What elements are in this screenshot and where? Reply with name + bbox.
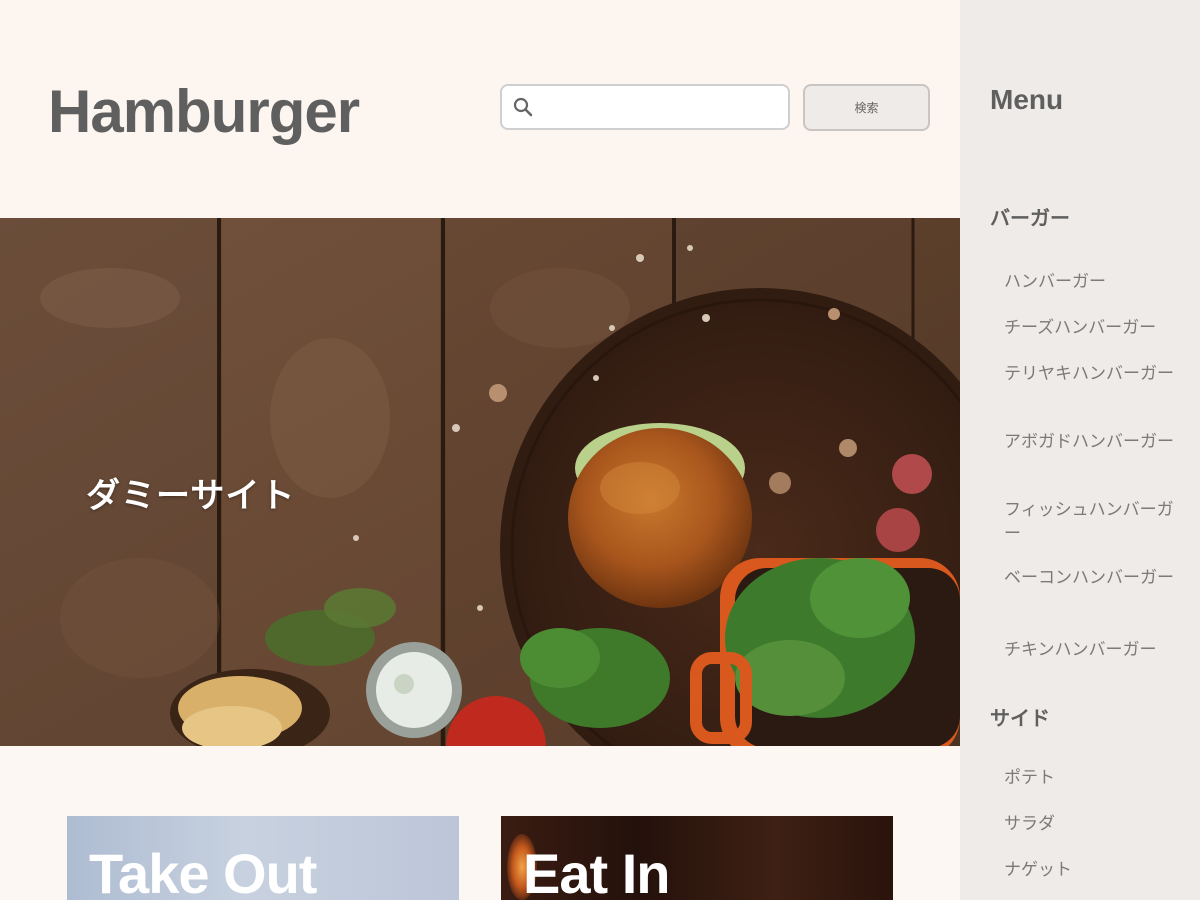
- hero-banner: ダミーサイト: [0, 218, 960, 746]
- sidebar-menu: Menu バーガー ハンバーガー チーズハンバーガー テリヤキハンバーガー アボ…: [960, 0, 1200, 900]
- search-input[interactable]: [542, 92, 782, 124]
- search-button[interactable]: 検索: [803, 84, 930, 131]
- sidebar-item-salad[interactable]: サラダ: [1004, 812, 1188, 836]
- sidebar-category-side: サイド: [990, 706, 1050, 730]
- search-icon: [513, 97, 533, 117]
- search-box[interactable]: [500, 84, 790, 130]
- sidebar-item-avocado-hamburger[interactable]: アボガドハンバーガー: [1004, 430, 1188, 454]
- site-title[interactable]: Hamburger: [48, 76, 360, 148]
- takeout-card[interactable]: Take Out: [67, 816, 459, 900]
- sidebar-item-nugget[interactable]: ナゲット: [1004, 858, 1188, 882]
- sidebar-item-cheese-hamburger[interactable]: チーズハンバーガー: [1004, 316, 1188, 340]
- sidebar-item-hamburger[interactable]: ハンバーガー: [1004, 270, 1188, 294]
- takeout-card-title: Take Out: [89, 842, 317, 900]
- site-header: Hamburger 検索: [0, 0, 960, 218]
- sidebar-item-fish-hamburger[interactable]: フィッシュハンバーガー: [1004, 498, 1188, 546]
- sidebar-item-bacon-hamburger[interactable]: ベーコンハンバーガー: [1004, 566, 1188, 590]
- sidebar-title: Menu: [990, 84, 1064, 115]
- sidebar-item-potato[interactable]: ポテト: [1004, 766, 1188, 790]
- hero-text: ダミーサイト: [86, 476, 296, 516]
- sidebar-category-burger: バーガー: [990, 206, 1070, 230]
- sidebar-item-chicken-hamburger[interactable]: チキンハンバーガー: [1004, 638, 1188, 662]
- main-content: Hamburger 検索 ダミーサイト Take Out Eat In: [0, 0, 960, 900]
- eatin-card-title: Eat In: [523, 842, 670, 900]
- eatin-card[interactable]: Eat In: [501, 816, 893, 900]
- sidebar-item-teriyaki-hamburger[interactable]: テリヤキハンバーガー: [1004, 362, 1188, 386]
